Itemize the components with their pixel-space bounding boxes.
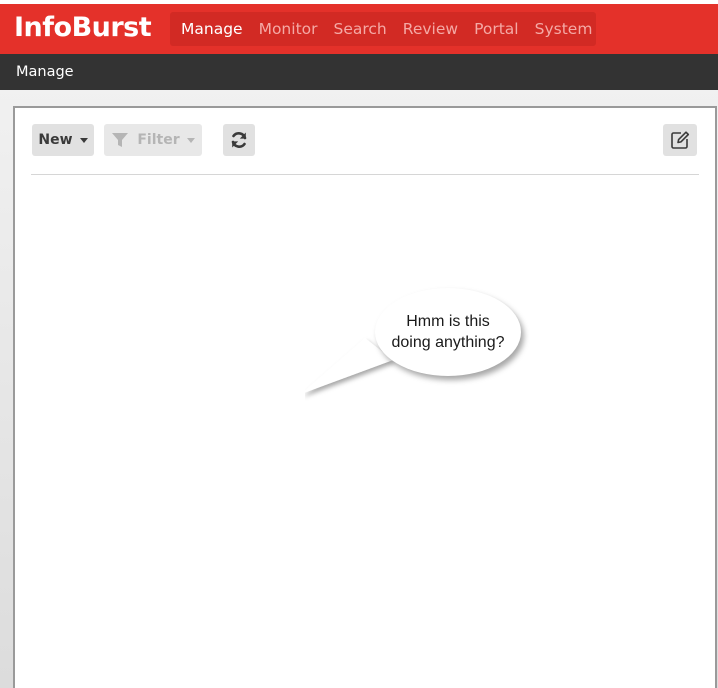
nav-item-review[interactable]: Review xyxy=(403,20,458,38)
nav-item-portal[interactable]: Portal xyxy=(474,20,519,38)
refresh-button[interactable] xyxy=(223,124,255,156)
new-dropdown-button[interactable]: New xyxy=(32,124,94,156)
nav-item-monitor[interactable]: Monitor xyxy=(259,20,318,38)
edit-icon xyxy=(671,131,690,149)
chevron-down-icon xyxy=(79,137,88,143)
nav-item-manage[interactable]: Manage xyxy=(181,20,243,38)
filter-icon xyxy=(112,133,129,147)
main-nav: Manage Monitor Search Review Portal Syst… xyxy=(170,12,596,46)
breadcrumb: Manage xyxy=(0,54,718,90)
edit-button[interactable] xyxy=(663,124,697,156)
app-header: InfoBurst Manage Monitor Search Review P… xyxy=(0,0,718,54)
annotation-callout: Hmm is this doing anything? xyxy=(305,288,525,408)
callout-text: Hmm is this doing anything? xyxy=(391,313,505,351)
chevron-down-icon xyxy=(186,137,195,143)
new-button-label: New xyxy=(38,132,73,148)
brand-logo[interactable]: InfoBurst xyxy=(14,12,152,43)
manage-panel: New Filter Hmm is this doing anything? xyxy=(13,106,717,688)
filter-button-label: Filter xyxy=(137,132,180,148)
nav-item-search[interactable]: Search xyxy=(334,20,387,38)
toolbar-divider xyxy=(31,174,699,175)
callout-bubble: Hmm is this doing anything? xyxy=(375,288,521,376)
filter-dropdown-button[interactable]: Filter xyxy=(104,124,202,156)
page-title: Manage xyxy=(16,64,74,80)
refresh-icon xyxy=(231,132,247,148)
nav-item-system[interactable]: System xyxy=(535,20,593,38)
